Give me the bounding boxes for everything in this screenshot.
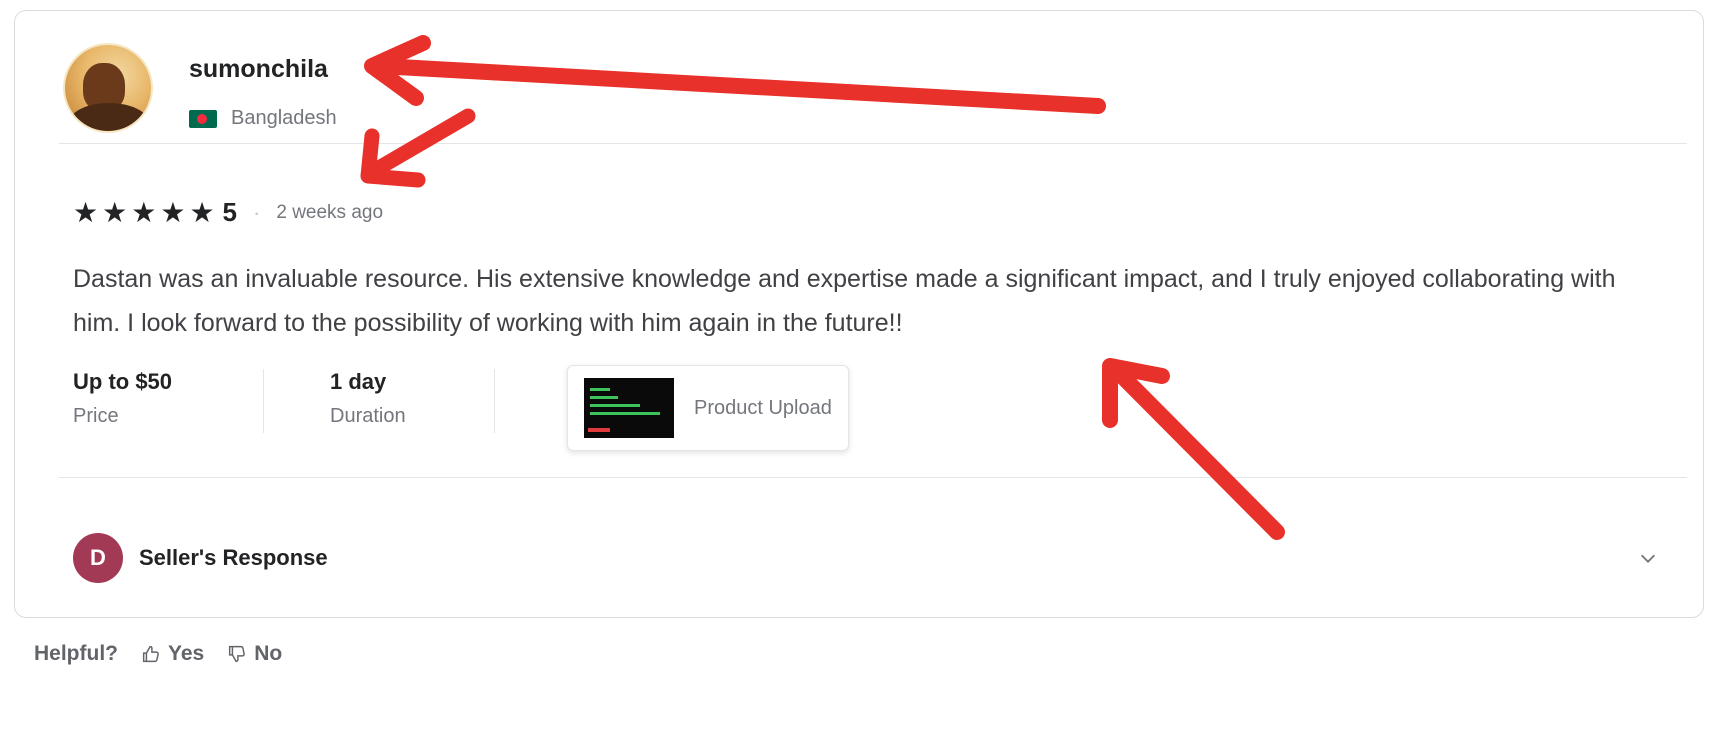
- seller-avatar: D: [73, 533, 123, 583]
- rating-row: ★ ★ ★ ★ ★ 5 · 2 weeks ago: [73, 197, 383, 228]
- divider: [59, 143, 1687, 144]
- chevron-down-icon[interactable]: [1637, 547, 1659, 569]
- thumbs-up-icon: [142, 645, 159, 663]
- star-icon: ★: [102, 196, 128, 228]
- price-block: Up to $50 Price: [73, 369, 263, 428]
- seller-response-toggle[interactable]: D Seller's Response: [73, 533, 1673, 583]
- rating-score: 5: [222, 197, 238, 227]
- product-card[interactable]: Product Upload: [567, 365, 849, 451]
- review-time: 2 weeks ago: [276, 201, 384, 223]
- helpful-yes-label: Yes: [168, 642, 205, 665]
- thumbs-down-icon: [229, 645, 246, 663]
- separator: ·: [253, 199, 261, 225]
- helpful-yes-button[interactable]: Yes: [140, 642, 204, 666]
- seller-response-label: Seller's Response: [139, 545, 328, 570]
- product-thumbnail: [584, 378, 674, 438]
- star-rating: ★ ★ ★ ★ ★: [73, 196, 215, 228]
- helpful-question: Helpful?: [34, 642, 118, 665]
- price-value: Up to $50: [73, 369, 173, 394]
- reviewer-avatar[interactable]: [63, 43, 153, 133]
- divider: [494, 369, 495, 433]
- helpful-row: Helpful? Yes No: [34, 642, 282, 666]
- star-icon: ★: [73, 196, 99, 228]
- review-text: Dastan was an invaluable resource. His e…: [73, 265, 1616, 337]
- helpful-no-button[interactable]: No: [226, 642, 282, 666]
- duration-value: 1 day: [330, 369, 387, 394]
- divider: [263, 369, 264, 433]
- country-name: Bangladesh: [231, 107, 337, 129]
- reviewer-country: Bangladesh: [189, 107, 337, 130]
- review-meta: Up to $50 Price 1 day Duration Product U…: [73, 365, 849, 451]
- product-name: Product Upload: [694, 396, 832, 419]
- star-icon: ★: [189, 196, 215, 228]
- price-label: Price: [73, 405, 119, 427]
- star-icon: ★: [131, 196, 157, 228]
- duration-block: 1 day Duration: [330, 369, 494, 428]
- duration-label: Duration: [330, 405, 406, 427]
- helpful-no-label: No: [254, 642, 283, 665]
- bangladesh-flag-icon: [189, 109, 217, 128]
- star-icon: ★: [160, 196, 186, 228]
- divider: [59, 477, 1687, 478]
- reviewer-username[interactable]: sumonchila: [189, 55, 328, 84]
- review-card: sumonchila Bangladesh ★ ★ ★ ★ ★ 5 · 2 we…: [14, 10, 1704, 618]
